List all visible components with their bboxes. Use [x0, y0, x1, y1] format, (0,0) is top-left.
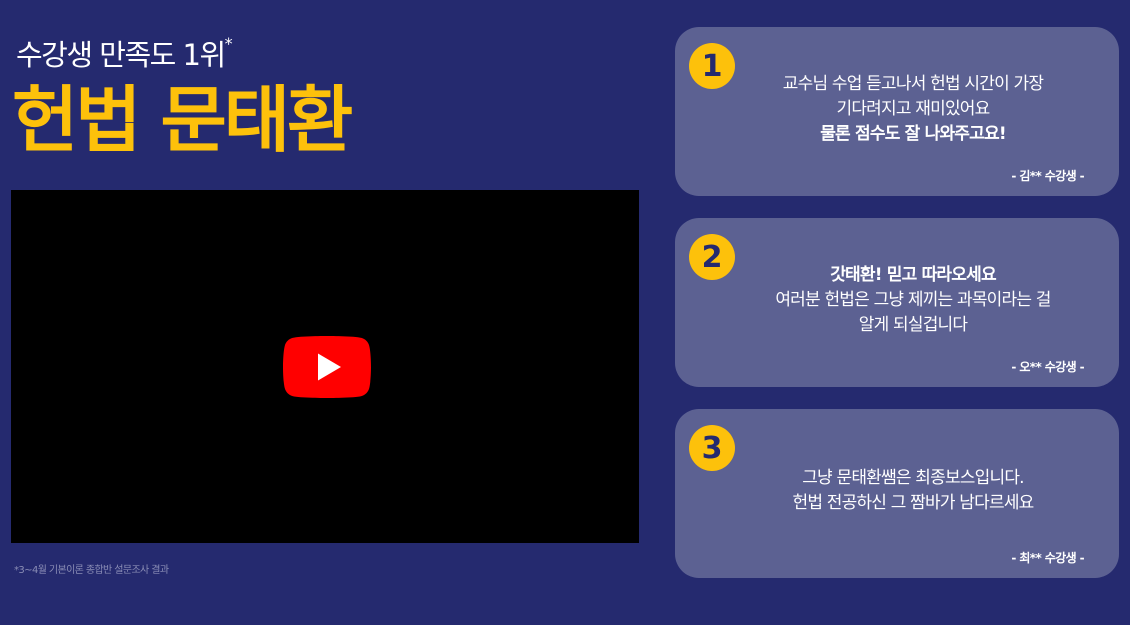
- page-title: 헌법 문태환: [12, 78, 353, 162]
- promo-page: 수강생 만족도 1위* 헌법 문태환 *3~4월 기본이론 종합반 설문조사 결…: [0, 0, 1130, 625]
- review-number-badge: 3: [689, 425, 735, 471]
- subtitle-text: 수강생 만족도 1위: [16, 38, 226, 72]
- review-line: 여러분 헌법은 그냥 제끼는 과목이라는 걸: [775, 290, 1051, 310]
- review-card-1: 1 교수님 수업 듣고나서 헌법 시간이 가장 기다려지고 재미있어요 물론 점…: [675, 27, 1119, 196]
- survey-footnote: *3~4월 기본이론 종합반 설문조사 결과: [14, 565, 169, 576]
- review-card-2: 2 갓태환! 믿고 따라오세요 여러분 헌법은 그냥 제끼는 과목이라는 걸 알…: [675, 218, 1119, 387]
- review-line: 알게 되실겁니다: [858, 315, 968, 335]
- video-player[interactable]: [11, 190, 639, 543]
- satisfaction-subtitle: 수강생 만족도 1위*: [16, 32, 233, 74]
- review-line: 헌법 전공하신 그 짬바가 남다르세요: [792, 493, 1034, 513]
- subtitle-footnote-mark: *: [224, 34, 233, 53]
- review-card-3: 3 그냥 문태환쌤은 최종보스입니다. 헌법 전공하신 그 짬바가 남다르세요 …: [675, 409, 1119, 578]
- review-line: 그냥 문태환쌤은 최종보스입니다.: [802, 468, 1024, 488]
- youtube-play-icon[interactable]: [283, 336, 371, 398]
- review-quote: 갓태환! 믿고 따라오세요 여러분 헌법은 그냥 제끼는 과목이라는 걸 알게 …: [715, 263, 1111, 338]
- review-quote: 교수님 수업 듣고나서 헌법 시간이 가장 기다려지고 재미있어요 물론 점수도…: [715, 72, 1111, 147]
- review-line: 교수님 수업 듣고나서 헌법 시간이 가장: [782, 74, 1044, 94]
- review-author: - 오** 수강생 -: [1011, 360, 1084, 374]
- review-author: - 최** 수강생 -: [1011, 551, 1084, 565]
- review-line: 기다려지고 재미있어요: [836, 99, 990, 119]
- review-author: - 김** 수강생 -: [1011, 169, 1084, 183]
- review-line: 갓태환! 믿고 따라오세요: [830, 265, 996, 285]
- review-quote: 그냥 문태환쌤은 최종보스입니다. 헌법 전공하신 그 짬바가 남다르세요: [715, 466, 1111, 516]
- review-line: 물론 점수도 잘 나와주고요!: [820, 124, 1006, 144]
